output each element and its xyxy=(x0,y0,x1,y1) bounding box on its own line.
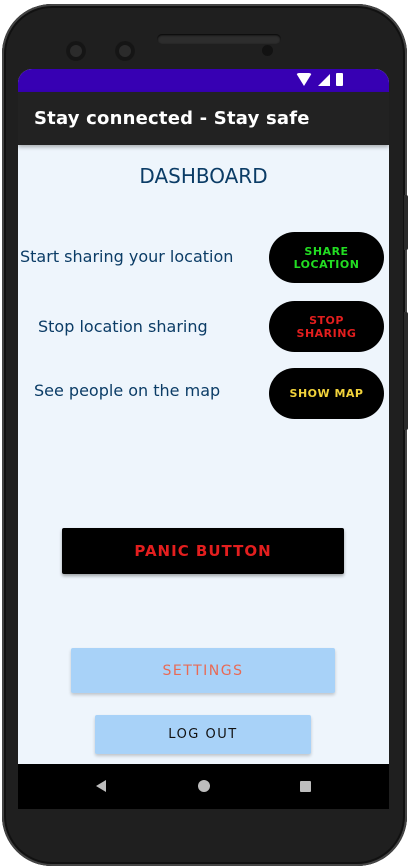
panic-button[interactable]: PANIC BUTTON xyxy=(62,528,344,574)
signal-icon xyxy=(318,73,330,86)
app-screen: Stay connected - Stay safe DASHBOARD Sta… xyxy=(18,69,389,808)
home-icon[interactable] xyxy=(198,780,210,792)
settings-button[interactable]: SETTINGS xyxy=(71,648,335,693)
wifi-icon xyxy=(296,73,312,86)
proximity-sensor xyxy=(262,45,273,56)
app-bar: Stay connected - Stay safe xyxy=(18,92,389,145)
show-map-button[interactable]: SHOW MAP xyxy=(269,368,384,419)
show-map-label: See people on the map xyxy=(34,381,221,400)
share-location-label: Start sharing your location xyxy=(20,247,234,266)
share-location-button[interactable]: SHARE LOCATION xyxy=(269,232,384,283)
speaker-grille xyxy=(157,34,281,44)
logout-button[interactable]: LOG OUT xyxy=(95,715,311,754)
back-icon[interactable] xyxy=(96,780,106,792)
volume-button xyxy=(404,312,408,430)
recents-icon[interactable] xyxy=(300,781,311,792)
navigation-bar xyxy=(18,764,389,809)
dashboard-title: DASHBOARD xyxy=(139,164,268,188)
front-sensor-icon xyxy=(115,41,135,61)
power-button xyxy=(404,195,408,250)
battery-icon xyxy=(336,73,343,86)
status-bar xyxy=(18,69,389,92)
front-camera-icon xyxy=(66,41,86,61)
app-title: Stay connected - Stay safe xyxy=(34,108,310,129)
stop-sharing-label: Stop location sharing xyxy=(38,317,208,336)
stop-sharing-button[interactable]: STOP SHARING xyxy=(269,301,384,352)
